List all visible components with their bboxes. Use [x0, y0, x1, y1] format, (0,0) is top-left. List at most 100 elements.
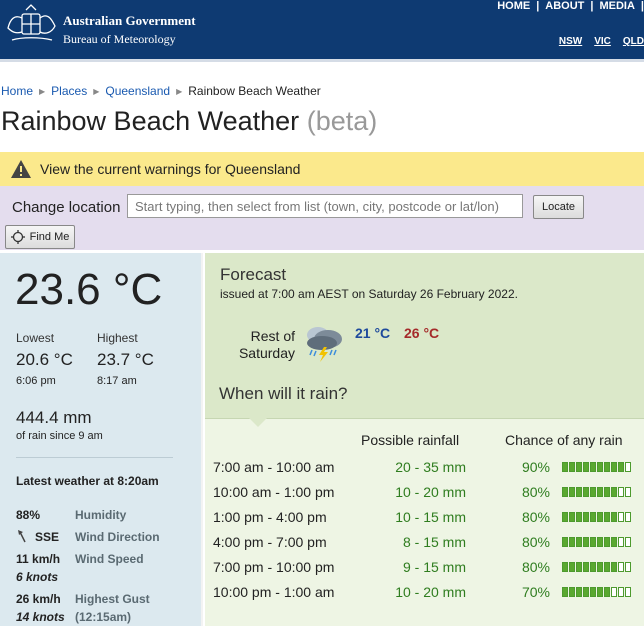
chance-bar-segment	[611, 537, 617, 547]
chance-bar-segment	[583, 462, 589, 472]
warning-icon	[11, 160, 31, 178]
chance-bar-segment	[625, 587, 631, 597]
rain-question: When will it rain?	[219, 384, 348, 403]
humidity-value: 88%	[16, 508, 41, 522]
rain-row-amount: 8 - 15 mm	[402, 534, 466, 550]
state-link-vic[interactable]: VIC	[594, 36, 611, 47]
rain-row-amount: 10 - 15 mm	[395, 509, 466, 525]
rain-row-amount: 10 - 20 mm	[395, 584, 466, 600]
chance-bar-segment	[583, 562, 589, 572]
breadcrumb-current: Rainbow Beach Weather	[188, 84, 321, 98]
chance-bar-segment	[576, 537, 582, 547]
current-temperature: 23.6 °C	[15, 265, 163, 314]
find-me-label: Find Me	[29, 231, 70, 243]
chance-bar-segment	[597, 562, 603, 572]
state-link-qld[interactable]: QLD	[623, 36, 644, 47]
chance-bar-segment	[604, 462, 610, 472]
nav-about[interactable]: ABOUT	[539, 0, 590, 14]
storm-icon	[307, 327, 342, 362]
locate-button[interactable]: Locate	[533, 195, 584, 219]
chance-bar-segment	[625, 512, 631, 522]
rain-row-chance: 80%	[521, 559, 550, 575]
rain-row-chance: 90%	[521, 459, 550, 475]
chance-bar-segment	[618, 562, 624, 572]
chance-bar-segment	[583, 487, 589, 497]
chance-bar-segment	[590, 512, 596, 522]
breadcrumb-queensland[interactable]: Queensland	[105, 84, 170, 98]
gust-label: Highest Gust	[75, 592, 150, 606]
chance-bar-segment	[604, 562, 610, 572]
rain-row-amount: 9 - 15 mm	[402, 559, 466, 575]
rain-row-amount: 10 - 20 mm	[395, 484, 466, 500]
chance-bar-segment	[625, 562, 631, 572]
coat-of-arms-icon	[7, 4, 56, 41]
chance-bar-segment	[562, 487, 568, 497]
highest-label: Highest	[97, 331, 138, 345]
col-chance-of-rain: Chance of any rain	[505, 432, 623, 448]
chance-bar-segment	[618, 537, 624, 547]
chance-bar-segment	[618, 487, 624, 497]
wind-direction-value: SSE	[35, 530, 60, 544]
rain-since-9am-value: 444.4 mm	[16, 408, 92, 427]
rain-since-9am-label: of rain since 9 am	[16, 430, 103, 442]
chance-bar-segment	[576, 512, 582, 522]
forecast-title: Forecast	[220, 265, 287, 284]
nav-media[interactable]: MEDIA	[593, 0, 640, 14]
chance-bar-segment	[611, 587, 617, 597]
beta-tag: (beta)	[306, 106, 378, 136]
forecast-max-temp: 26 °C	[404, 325, 440, 341]
breadcrumb-home[interactable]: Home	[1, 84, 33, 98]
wind-speed-label: Wind Speed	[75, 552, 144, 566]
rain-row-time: 1:00 pm - 4:00 pm	[213, 509, 327, 525]
chance-bar-segment	[604, 487, 610, 497]
chance-bar-segment	[576, 562, 582, 572]
day-label-line1: Rest of	[250, 328, 295, 344]
location-search-input[interactable]	[127, 194, 523, 218]
chance-bar-segment	[562, 562, 568, 572]
find-me-button[interactable]: Find Me	[5, 225, 75, 249]
gust-time: (12:15am)	[75, 610, 132, 624]
chance-bar-segment	[590, 462, 596, 472]
chance-bar-segment	[618, 587, 624, 597]
chance-bar-segment	[562, 587, 568, 597]
notch-pointer	[249, 418, 267, 427]
wind-speed-value: 11 km/h	[16, 552, 61, 566]
breadcrumb-places[interactable]: Places	[51, 84, 87, 98]
wind-arrow-icon	[18, 530, 26, 543]
forecast-min-temp: 21 °C	[355, 325, 391, 341]
rain-row-time: 7:00 pm - 10:00 pm	[213, 559, 335, 575]
rain-row-chance: 80%	[521, 484, 550, 500]
nav-home[interactable]: HOME	[491, 0, 536, 14]
chance-bar-segment	[569, 537, 575, 547]
chevron-right-icon: ▶	[93, 86, 100, 96]
rain-row-time: 7:00 am - 10:00 am	[213, 459, 335, 475]
chance-bar-segment	[590, 537, 596, 547]
chance-bar-segment	[562, 512, 568, 522]
crosshair-icon	[10, 230, 25, 244]
chance-bar-segment	[590, 562, 596, 572]
gust-value: 26 km/h	[16, 592, 61, 606]
government-wordmark[interactable]: Australian Government Bureau of Meteorol…	[63, 13, 196, 47]
wind-speed-knots: 6 knots	[16, 570, 59, 584]
chance-bar-segment	[583, 512, 589, 522]
state-link-nsw[interactable]: NSW	[559, 36, 582, 47]
chance-bar-segment	[604, 512, 610, 522]
chance-bar-segment	[576, 487, 582, 497]
forecast-day-label: Rest of Saturday	[225, 328, 295, 362]
forecast-issued: issued at 7:00 am AEST on Saturday 26 Fe…	[220, 287, 518, 301]
change-location-label: Change location	[12, 199, 121, 216]
rain-row-time: 10:00 pm - 1:00 am	[213, 584, 335, 600]
highest-value: 23.7 °C	[97, 350, 154, 369]
chance-bar	[562, 462, 631, 472]
warning-link[interactable]: View the current warnings for Queensland	[40, 161, 300, 177]
latest-weather-heading: Latest weather at 8:20am	[16, 474, 159, 488]
site-header: Australian Government Bureau of Meteorol…	[0, 0, 644, 62]
chance-bar-segment	[618, 462, 624, 472]
chevron-right-icon: ▶	[176, 86, 183, 96]
chance-bar-segment	[569, 487, 575, 497]
chance-bar-segment	[618, 512, 624, 522]
chance-bar-segment	[625, 537, 631, 547]
chance-bar-segment	[569, 587, 575, 597]
divider	[16, 457, 173, 458]
chance-bar-segment	[611, 462, 617, 472]
